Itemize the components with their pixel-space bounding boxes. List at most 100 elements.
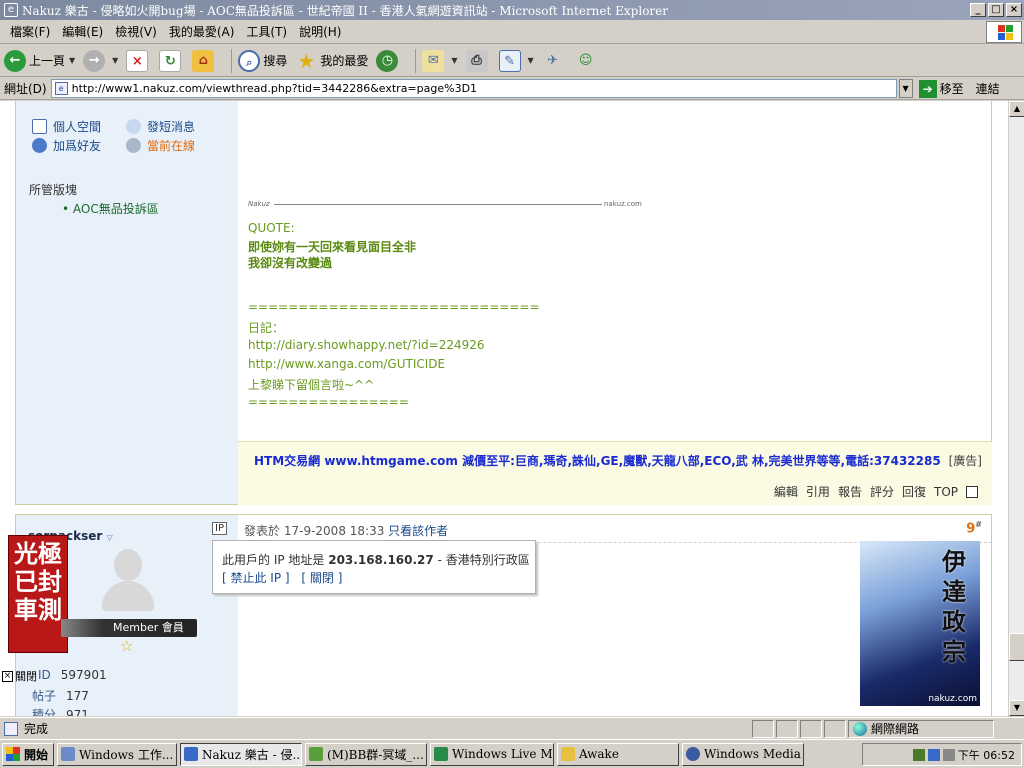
signature-site: nakuz.com [604,200,642,208]
edit-dropdown-icon[interactable]: ▼ [528,56,534,65]
quote-line-1: 即使妳有一天回來看見面目全非 [248,240,417,254]
volume-icon[interactable] [942,748,955,761]
search-button[interactable]: ⌕ 搜尋 [238,49,287,72]
vertical-scrollbar[interactable]: ▲ ▼ [1008,101,1024,716]
minimize-button[interactable]: _ [970,3,986,17]
rank-badge: Member 會員 [61,619,197,637]
reply-link[interactable]: 回復 [902,483,926,500]
go-button[interactable]: ➔ 移至 [918,79,964,98]
history-icon: ◷ [376,49,399,72]
discuss-icon: ✈ [547,52,559,68]
address-url: http://www1.nakuz.com/viewthread.php?tid… [71,82,478,95]
quote-link[interactable]: 引用 [806,483,830,500]
status-cell [800,719,822,738]
forward-dropdown-icon[interactable]: ▼ [112,56,118,65]
menu-file[interactable]: 檔案(F) [4,23,56,40]
address-dropdown-icon[interactable]: ▼ [898,79,913,98]
clock[interactable]: 下午 06:52 [958,747,1015,763]
messenger-button[interactable]: ☺ [575,50,600,72]
tray-icon[interactable] [912,748,925,761]
title-bar: e Nakuz 樂古 - 侵略如火開bug場 - AOC無品投訴區 - 世紀帝國… [0,0,1024,20]
print-icon: ⎙ [465,49,488,72]
close-image-button[interactable]: × 關閉 [2,668,37,684]
user-menu-dropdown-icon[interactable]: ▽ [106,533,112,542]
favorites-button[interactable]: ★ 我的最愛 [295,50,368,72]
diary-link[interactable]: http://diary.showhappy.net/?id=224926 [248,338,485,352]
ban-ip-link[interactable]: [ 禁止此 IP ] [222,571,290,585]
task-label: Windows Media ... [704,747,803,761]
rate-link[interactable]: 評分 [870,483,894,500]
send-pm-link[interactable]: 發短消息 [126,118,195,135]
online-label: 當前在線 [147,139,196,153]
star-icon: ★ [297,48,316,73]
favorites-label: 我的最愛 [320,54,369,68]
avatar-artwork: 伊達政宗 nakuz.com [860,541,980,706]
start-button[interactable]: 開始 [2,742,54,766]
close-popup-link[interactable]: [ 關閉 ] [301,571,342,585]
refresh-button[interactable]: ↻ [159,49,184,72]
scroll-up-icon[interactable]: ▲ [1009,101,1024,117]
diary-label: 日記： [248,321,285,335]
menu-help[interactable]: 說明(H) [293,23,347,40]
status-cell [752,719,774,738]
forward-button[interactable]: → ▼ [83,49,118,72]
report-link[interactable]: 報告 [838,483,862,500]
top-link[interactable]: TOP [934,485,958,499]
moderated-forum-link[interactable]: • AOC無品投訴區 [62,200,159,217]
personal-space-link[interactable]: 個人空間 [32,118,101,135]
menu-favorites[interactable]: 我的最愛(A) [163,23,241,40]
add-friend-icon [32,138,47,153]
ad-link[interactable]: HTM交易網 www.htmgame.com 減價至平:巨商,瑪奇,誅仙,GE,… [254,452,941,469]
edit-button[interactable]: ✎ ▼ [498,49,534,72]
select-post-checkbox[interactable] [966,485,978,498]
task-windows-media[interactable]: Windows Media ... [682,742,804,766]
menu-edit[interactable]: 編輯(E) [56,23,109,40]
menu-view[interactable]: 檢視(V) [109,23,163,40]
ip-prefix: 此用戶的 IP 地址是 [222,553,325,567]
home-button[interactable]: ⌂ [192,49,217,72]
live-messenger-icon [434,747,448,761]
floor-number[interactable]: 9# [966,520,982,536]
task-label: Windows 工作... [79,747,174,762]
rank-star-icon: ☆ [120,637,134,655]
scroll-down-icon[interactable]: ▼ [1009,700,1024,716]
task-awake-folder[interactable]: Awake [557,742,679,766]
post-1-sidebar: 個人空間 發短消息 加爲好友 當前在線 所管版塊 • AOC無品投訴區 [16,101,238,504]
uid-value: 597901 [60,668,107,682]
maximize-button[interactable]: □ [988,3,1004,17]
status-cell [824,719,846,738]
menu-bar: 檔案(F) 編輯(E) 檢視(V) 我的最愛(A) 工具(T) 說明(H) [0,20,1024,44]
add-friend-link[interactable]: 加爲好友 [32,137,101,154]
task-bb-group[interactable]: (M)BB群-冥域_... [305,742,427,766]
xanga-link[interactable]: http://www.xanga.com/GUTICIDE [248,357,445,371]
back-button[interactable]: ← 上一頁 ▼ [4,49,75,72]
print-button[interactable]: ⎙ [465,49,491,72]
mail-button[interactable]: ✉ ▼ [422,49,458,72]
mail-dropdown-icon[interactable]: ▼ [451,56,457,65]
only-author-link[interactable]: 只看該作者 [388,524,448,538]
close-button[interactable]: × [1006,3,1022,17]
points-label: 積分 [32,708,57,716]
go-label: 移至 [939,82,964,96]
links-button[interactable]: 連結 [976,80,1000,97]
personal-space-label: 個人空間 [53,120,102,134]
posted-prefix: 發表於 [244,524,281,538]
back-dropdown-icon[interactable]: ▼ [69,56,75,65]
post-1-actions: 編輯 引用 報告 評分 回復 TOP [238,477,992,505]
posts-stat: 帖子 177 [32,687,89,704]
menu-tools[interactable]: 工具(T) [240,23,293,40]
stop-button[interactable]: × [126,49,151,72]
post-2-sidebar: sorpackser ▽ 光極已封車測 Member 會員 ☆ × 關閉 ID5… [2,515,238,716]
discuss-button[interactable]: ✈ [542,50,567,72]
task-nakuz-ie[interactable]: Nakuz 樂古 - 侵... [180,742,302,766]
ip-button[interactable]: IP [212,522,227,535]
task-windows-explorer[interactable]: Windows 工作... [57,742,177,766]
globe-icon [853,721,867,736]
tray-icon[interactable] [927,748,940,761]
address-input[interactable]: e http://www1.nakuz.com/viewthread.php?t… [50,79,897,98]
scroll-thumb[interactable] [1009,633,1024,661]
edit-link[interactable]: 編輯 [774,483,798,500]
status-bar: 完成 網際網路 [0,717,1024,739]
history-button[interactable]: ◷ [376,49,401,72]
task-windows-live[interactable]: Windows Live M... [430,742,554,766]
